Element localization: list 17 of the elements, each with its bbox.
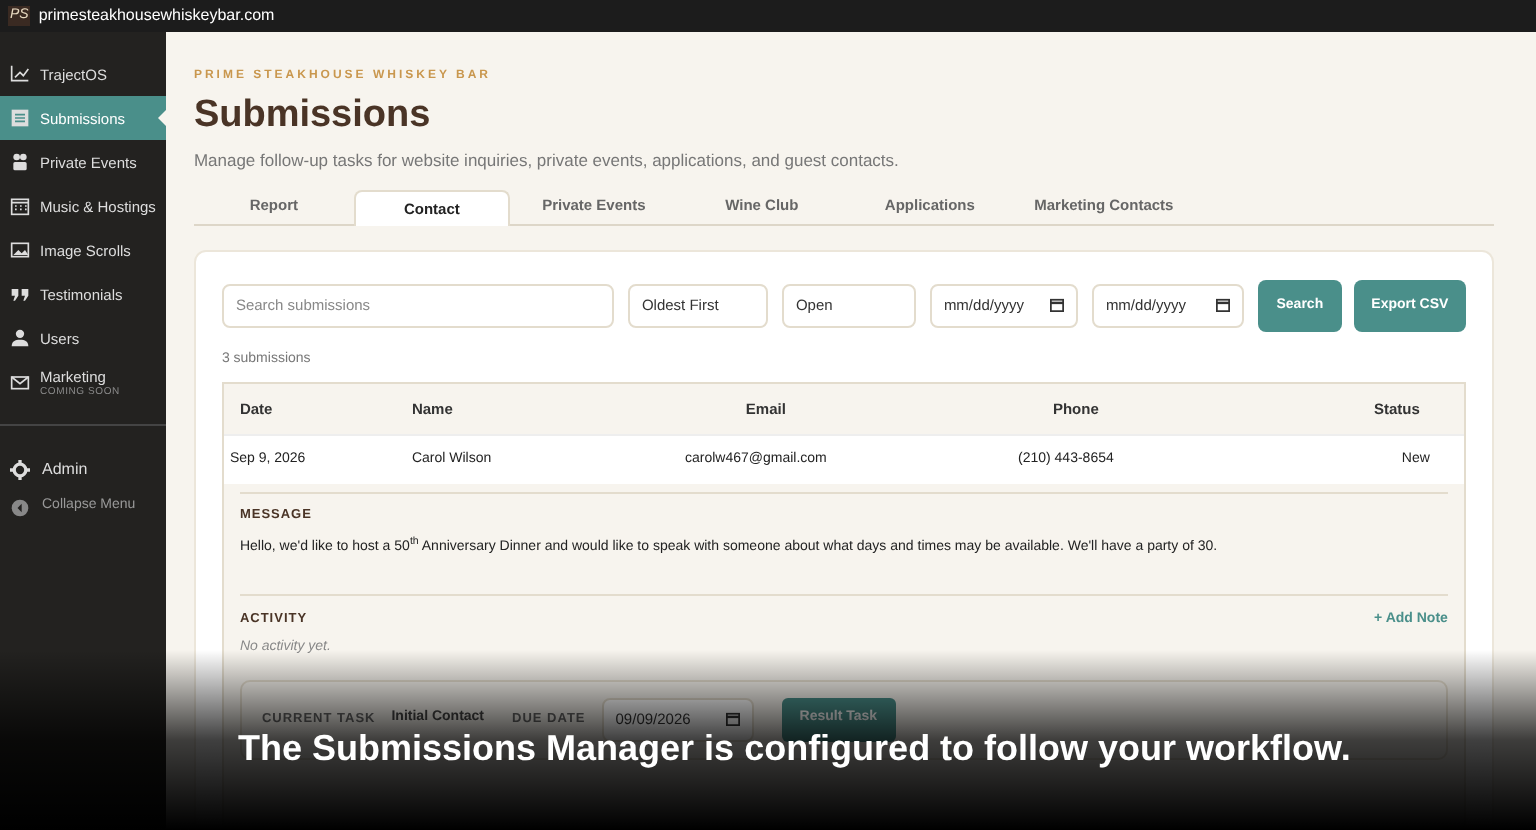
calendar-icon bbox=[1215, 298, 1230, 313]
page-title: Submissions bbox=[193, 92, 431, 140]
page-subtitle: Manage follow-up tasks for website inquiries, private events, applications, and guest contacts. bbox=[193, 148, 899, 174]
user-icon bbox=[10, 328, 30, 348]
sidebar-item[interactable]: Admin bbox=[0, 450, 166, 488]
collapse-icon bbox=[10, 497, 30, 517]
chart-icon bbox=[10, 64, 30, 84]
page-url: primesteakhousewhiskeybar.com bbox=[38, 4, 275, 28]
quote-icon bbox=[10, 284, 30, 304]
people-icon bbox=[10, 152, 30, 172]
calendar-icon bbox=[725, 712, 740, 726]
list-icon bbox=[10, 108, 30, 128]
envelope-icon bbox=[10, 372, 30, 392]
calendar-icon bbox=[1049, 298, 1064, 313]
image-icon bbox=[10, 240, 30, 260]
calendar-icon bbox=[10, 196, 30, 216]
settings-icon bbox=[10, 459, 30, 479]
